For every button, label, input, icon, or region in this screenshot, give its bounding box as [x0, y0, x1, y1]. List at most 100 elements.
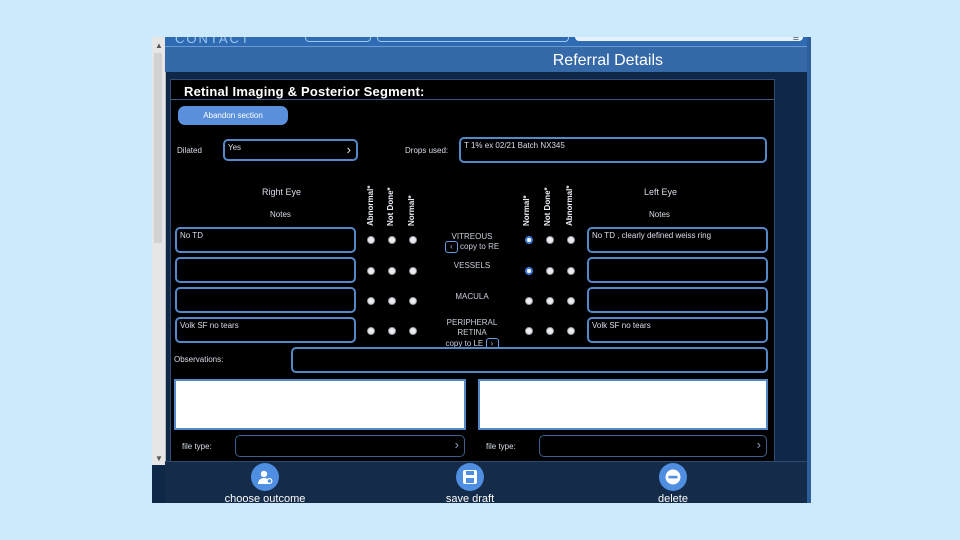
vertical-scrollbar[interactable]: ▲ ▼ [152, 37, 166, 465]
save-draft-label: save draft [445, 493, 495, 503]
action-footer: choose outcome save draft delete [165, 461, 807, 503]
right-vitreous-not-done-radio[interactable] [388, 236, 396, 244]
right-file-type-select[interactable]: › [235, 435, 465, 457]
right-vessels-normal-radio[interactable] [409, 267, 417, 275]
abandon-section-button[interactable]: Abandon section [178, 106, 288, 125]
left-vessels-abnormal-radio[interactable] [567, 267, 575, 275]
left-eye-title: Left Eye [644, 187, 678, 197]
left-vitreous-note: No TD , clearly defined weiss ring [592, 231, 712, 240]
save-draft-button[interactable]: save draft [415, 462, 525, 503]
retina-text: RETINA [457, 328, 487, 337]
left-vessels-not-done-radio[interactable] [546, 267, 554, 275]
top-nav-strip: CONTACT ☰ [165, 37, 807, 46]
left-eye-notes-label: Notes [649, 210, 670, 219]
left-col-not-done: Not Done* [543, 187, 552, 226]
left-macula-not-done-radio[interactable] [546, 297, 554, 305]
right-vessels-abnormal-radio[interactable] [367, 267, 375, 275]
left-vessels-notes[interactable] [587, 257, 768, 283]
user-settings-icon [251, 463, 279, 491]
chevron-right-icon: › [454, 437, 459, 452]
left-col-abnormal: Abnormal* [565, 185, 574, 226]
peripheral-retina-label: PERIPHERAL RETINA copy to LE › [427, 318, 517, 350]
right-peripheral-abnormal-radio[interactable] [367, 327, 375, 335]
right-vitreous-notes[interactable]: No TD [175, 227, 356, 253]
left-vitreous-abnormal-radio[interactable] [567, 236, 575, 244]
section-title: Retinal Imaging & Posterior Segment: [184, 84, 425, 99]
choose-outcome-label: choose outcome [224, 493, 306, 503]
left-col-normal: Normal* [522, 195, 531, 226]
drops-used-value: T 1% ex 02/21 Batch NX345 [464, 141, 565, 150]
right-vitreous-abnormal-radio[interactable] [367, 236, 375, 244]
app-window: ▲ ▼ CONTACT ☰ Referral Details Retinal I… [152, 37, 807, 503]
app-logo: CONTACT [175, 37, 251, 46]
right-peripheral-not-done-radio[interactable] [388, 327, 396, 335]
chevron-right-icon: › [756, 437, 761, 452]
left-vitreous-normal-radio[interactable] [525, 236, 533, 244]
right-macula-notes[interactable] [175, 287, 356, 313]
dilated-select[interactable]: Yes › [223, 139, 358, 161]
right-image-upload-area[interactable] [174, 379, 466, 430]
minus-circle-icon [659, 463, 687, 491]
vitreous-text: VITREOUS [451, 232, 493, 241]
left-peripheral-notes[interactable]: Volk SF no tears [587, 317, 768, 343]
choose-outcome-button[interactable]: choose outcome [210, 462, 320, 503]
left-image-upload-area[interactable] [478, 379, 768, 430]
scroll-up-icon[interactable]: ▲ [155, 41, 163, 50]
right-col-not-done: Not Done* [386, 187, 395, 226]
top-tab-1[interactable] [305, 37, 371, 42]
dilated-label: Dilated [177, 146, 202, 155]
vessels-label: VESSELS [453, 261, 491, 270]
right-vessels-notes[interactable] [175, 257, 356, 283]
top-tab-3[interactable]: ☰ [575, 37, 803, 42]
save-icon [456, 463, 484, 491]
left-file-type-select[interactable]: › [539, 435, 767, 457]
section-divider [171, 99, 774, 100]
right-macula-normal-radio[interactable] [409, 297, 417, 305]
drops-used-label: Drops used: [405, 146, 449, 155]
retinal-imaging-panel: Retinal Imaging & Posterior Segment: Aba… [170, 79, 775, 462]
desktop-edge [807, 37, 811, 503]
observations-input[interactable] [291, 347, 768, 373]
page-title: Referral Details [552, 52, 663, 69]
left-vitreous-not-done-radio[interactable] [546, 236, 554, 244]
left-macula-notes[interactable] [587, 287, 768, 313]
observations-label: Observations: [174, 355, 224, 364]
left-peripheral-abnormal-radio[interactable] [567, 327, 575, 335]
right-col-normal: Normal* [407, 195, 416, 226]
right-eye-notes-label: Notes [270, 210, 291, 219]
page-header: Referral Details [165, 46, 807, 72]
macula-label: MACULA [455, 292, 489, 301]
scrollbar-thumb[interactable] [154, 53, 162, 243]
left-file-type-label: file type: [486, 442, 516, 451]
right-vitreous-note: No TD [180, 231, 203, 240]
drops-used-input[interactable]: T 1% ex 02/21 Batch NX345 [459, 137, 767, 163]
menu-icon[interactable]: ☰ [793, 37, 799, 42]
scroll-down-icon[interactable]: ▼ [155, 454, 163, 463]
left-vitreous-notes[interactable]: No TD , clearly defined weiss ring [587, 227, 768, 253]
left-macula-normal-radio[interactable] [525, 297, 533, 305]
vitreous-label: VITREOUS ‹ copy to RE [427, 232, 517, 253]
copy-to-re-label[interactable]: copy to RE [460, 242, 499, 251]
chevron-right-icon: › [346, 142, 351, 157]
right-vessels-not-done-radio[interactable] [388, 267, 396, 275]
right-peripheral-normal-radio[interactable] [409, 327, 417, 335]
peripheral-text: PERIPHERAL [446, 318, 498, 327]
right-peripheral-notes[interactable]: Volk SF no tears [175, 317, 356, 343]
right-peripheral-note: Volk SF no tears [180, 321, 239, 330]
right-vitreous-normal-radio[interactable] [409, 236, 417, 244]
delete-label: delete [658, 493, 688, 503]
left-vessels-normal-radio[interactable] [525, 267, 533, 275]
right-file-type-label: file type: [182, 442, 212, 451]
delete-button[interactable]: delete [618, 462, 728, 503]
left-peripheral-note: Volk SF no tears [592, 321, 651, 330]
top-tab-2[interactable] [377, 37, 569, 42]
right-macula-not-done-radio[interactable] [388, 297, 396, 305]
left-peripheral-normal-radio[interactable] [525, 327, 533, 335]
dilated-value: Yes [228, 143, 242, 152]
right-col-abnormal: Abnormal* [366, 185, 375, 226]
chevron-left-icon[interactable]: ‹ [444, 241, 458, 253]
left-macula-abnormal-radio[interactable] [567, 297, 575, 305]
right-eye-title: Right Eye [262, 187, 302, 197]
left-peripheral-not-done-radio[interactable] [546, 327, 554, 335]
right-macula-abnormal-radio[interactable] [367, 297, 375, 305]
